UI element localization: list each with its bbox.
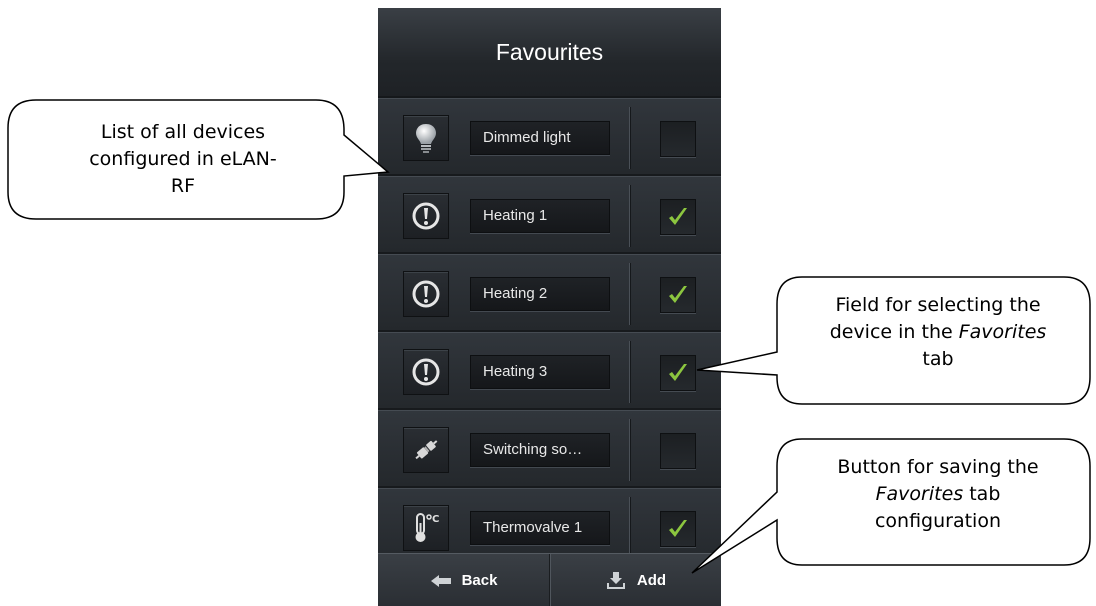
list-callout-text: List of all devices configured in eLAN-R… xyxy=(89,121,277,197)
callout-line: tab xyxy=(922,348,954,370)
button-callout-text: Button for saving the Favorites tab conf… xyxy=(788,454,1088,535)
callout-text-part: tab xyxy=(963,483,1001,505)
callout-line: Button for saving the xyxy=(837,456,1039,478)
callout-line: Field for selecting the xyxy=(835,294,1041,316)
callout-line: device in the Favorites xyxy=(788,319,1088,346)
callout-line: Favorites tab xyxy=(788,481,1088,508)
callout-line: configuration xyxy=(874,510,1002,532)
callout-italic-part: Favorites xyxy=(958,321,1047,343)
callout-text-part: device in the xyxy=(829,321,959,343)
field-callout-text: Field for selecting the device in the Fa… xyxy=(788,292,1088,373)
callout-italic-part: Favorites xyxy=(875,483,964,505)
